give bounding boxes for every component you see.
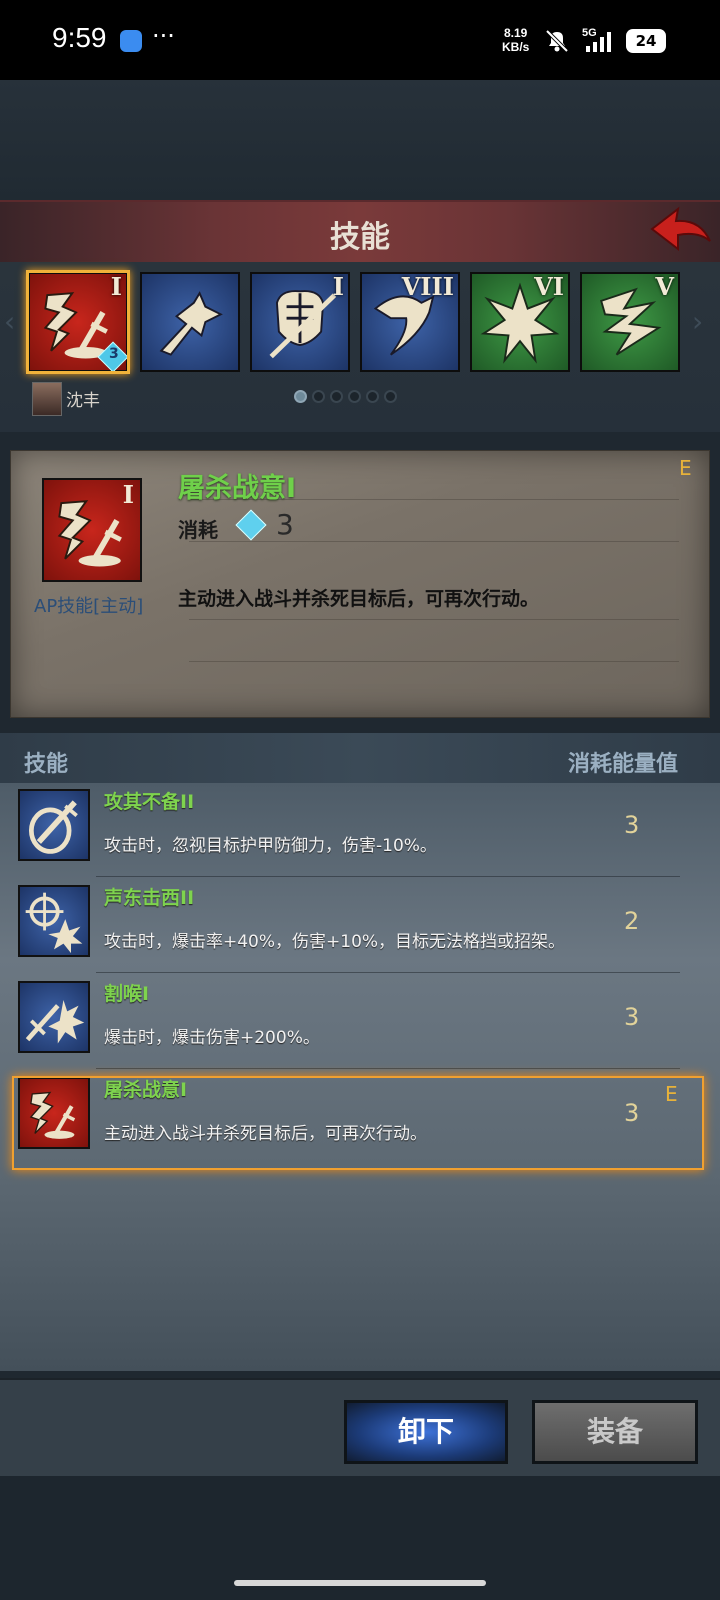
list-header-cost: 消耗能量值 bbox=[568, 752, 679, 777]
skill-tile-3[interactable]: I bbox=[250, 272, 350, 372]
detail-skill-rank: I bbox=[122, 480, 134, 509]
page-dot-active bbox=[294, 390, 307, 403]
more-notifications-icon: ··· bbox=[152, 22, 175, 50]
cost-label: 消耗 bbox=[178, 518, 218, 542]
dash-arrow-icon bbox=[159, 291, 223, 356]
network-type: 5G bbox=[582, 27, 597, 39]
network-speed-unit: KB/s bbox=[502, 40, 530, 54]
skill-tile-4-rank: VIII bbox=[401, 272, 454, 301]
skill-row-icon bbox=[18, 885, 90, 957]
divider bbox=[189, 661, 679, 662]
strip-left-arrow-icon[interactable]: ‹ bbox=[4, 305, 15, 338]
page-dot bbox=[348, 390, 361, 403]
page-indicator bbox=[294, 388, 402, 407]
mute-icon bbox=[545, 29, 569, 53]
backdrop bbox=[0, 80, 720, 202]
app-notification-icon bbox=[120, 30, 142, 52]
strip-right-arrow-icon[interactable]: › bbox=[692, 305, 703, 338]
equipped-row-highlight bbox=[12, 1076, 704, 1170]
skill-tile-4[interactable]: VIII bbox=[360, 272, 460, 372]
skill-tile-6[interactable]: V bbox=[580, 272, 680, 372]
skill-tile-3-rank: I bbox=[332, 272, 344, 301]
page-dot bbox=[384, 390, 397, 403]
page-dot bbox=[366, 390, 379, 403]
battery-indicator: 24 bbox=[626, 29, 666, 53]
status-time: 9:59 bbox=[52, 22, 107, 53]
detail-skill-icon: I bbox=[42, 478, 142, 582]
skill-tile-5[interactable]: VI bbox=[470, 272, 570, 372]
skill-row-name: 割喉I bbox=[104, 983, 150, 1005]
home-indicator[interactable] bbox=[234, 1580, 486, 1586]
skill-row-cost: 2 bbox=[624, 907, 640, 935]
skill-row-icon bbox=[18, 789, 90, 861]
divider bbox=[189, 541, 679, 542]
equipped-badge: E bbox=[665, 1082, 678, 1106]
skill-tile-5-rank: VI bbox=[534, 272, 564, 301]
hero-avatar bbox=[32, 382, 62, 416]
skill-row-description: 攻击时，爆击率+40%，伤害+10%，目标无法格挡或招架。 bbox=[104, 932, 566, 952]
skill-tile-2[interactable] bbox=[140, 272, 240, 372]
page-title: 技能 bbox=[330, 220, 390, 255]
blade-burst-icon bbox=[25, 1000, 85, 1044]
equipped-badge: E bbox=[679, 456, 692, 480]
divider bbox=[189, 619, 679, 620]
shield-pierce-icon bbox=[28, 800, 78, 854]
skill-row-name: 声东击西II bbox=[104, 887, 195, 909]
page-dot bbox=[312, 390, 325, 403]
equip-button[interactable]: 装备 bbox=[532, 1400, 698, 1464]
back-arrow-icon[interactable] bbox=[648, 205, 714, 255]
skill-name: 屠杀战意I bbox=[178, 473, 297, 504]
page-dot bbox=[330, 390, 343, 403]
crosshair-burst-icon bbox=[25, 892, 83, 954]
skill-tile-6-rank: V bbox=[655, 272, 674, 301]
hero-name: 沈丰 bbox=[66, 391, 100, 411]
skill-row-cost: 3 bbox=[624, 1003, 640, 1031]
list-header-skill: 技能 bbox=[24, 752, 69, 777]
skill-row[interactable]: 声东击西II 攻击时，爆击率+40%，伤害+10%，目标无法格挡或招架。 2 bbox=[0, 877, 720, 973]
skill-row[interactable]: 割喉I 爆击时，爆击伤害+200%。 3 bbox=[0, 973, 720, 1069]
skill-row-icon bbox=[18, 981, 90, 1053]
selected-skill-frame bbox=[26, 270, 130, 374]
skill-type-label: AP技能[主动] bbox=[34, 596, 144, 617]
skill-row-description: 攻击时，忽视目标护甲防御力，伤害-10%。 bbox=[104, 836, 437, 856]
network-speed: 8.19 KB/s bbox=[502, 26, 529, 54]
signal-icon: 5G bbox=[582, 27, 611, 52]
skill-row[interactable]: 攻其不备II 攻击时，忽视目标护甲防御力，伤害-10%。 3 bbox=[0, 781, 720, 877]
skill-row-cost: 3 bbox=[624, 811, 640, 839]
skill-description: 主动进入战斗并杀死目标后，可再次行动。 bbox=[178, 588, 540, 610]
cost-value: 3 bbox=[276, 508, 294, 541]
title-bar: 技能 bbox=[0, 200, 720, 262]
network-speed-value: 8.19 bbox=[503, 26, 528, 40]
skill-row-name: 攻其不备II bbox=[104, 791, 195, 813]
unequip-button[interactable]: 卸下 bbox=[344, 1400, 508, 1464]
skill-row-description: 爆击时，爆击伤害+200%。 bbox=[104, 1028, 320, 1048]
